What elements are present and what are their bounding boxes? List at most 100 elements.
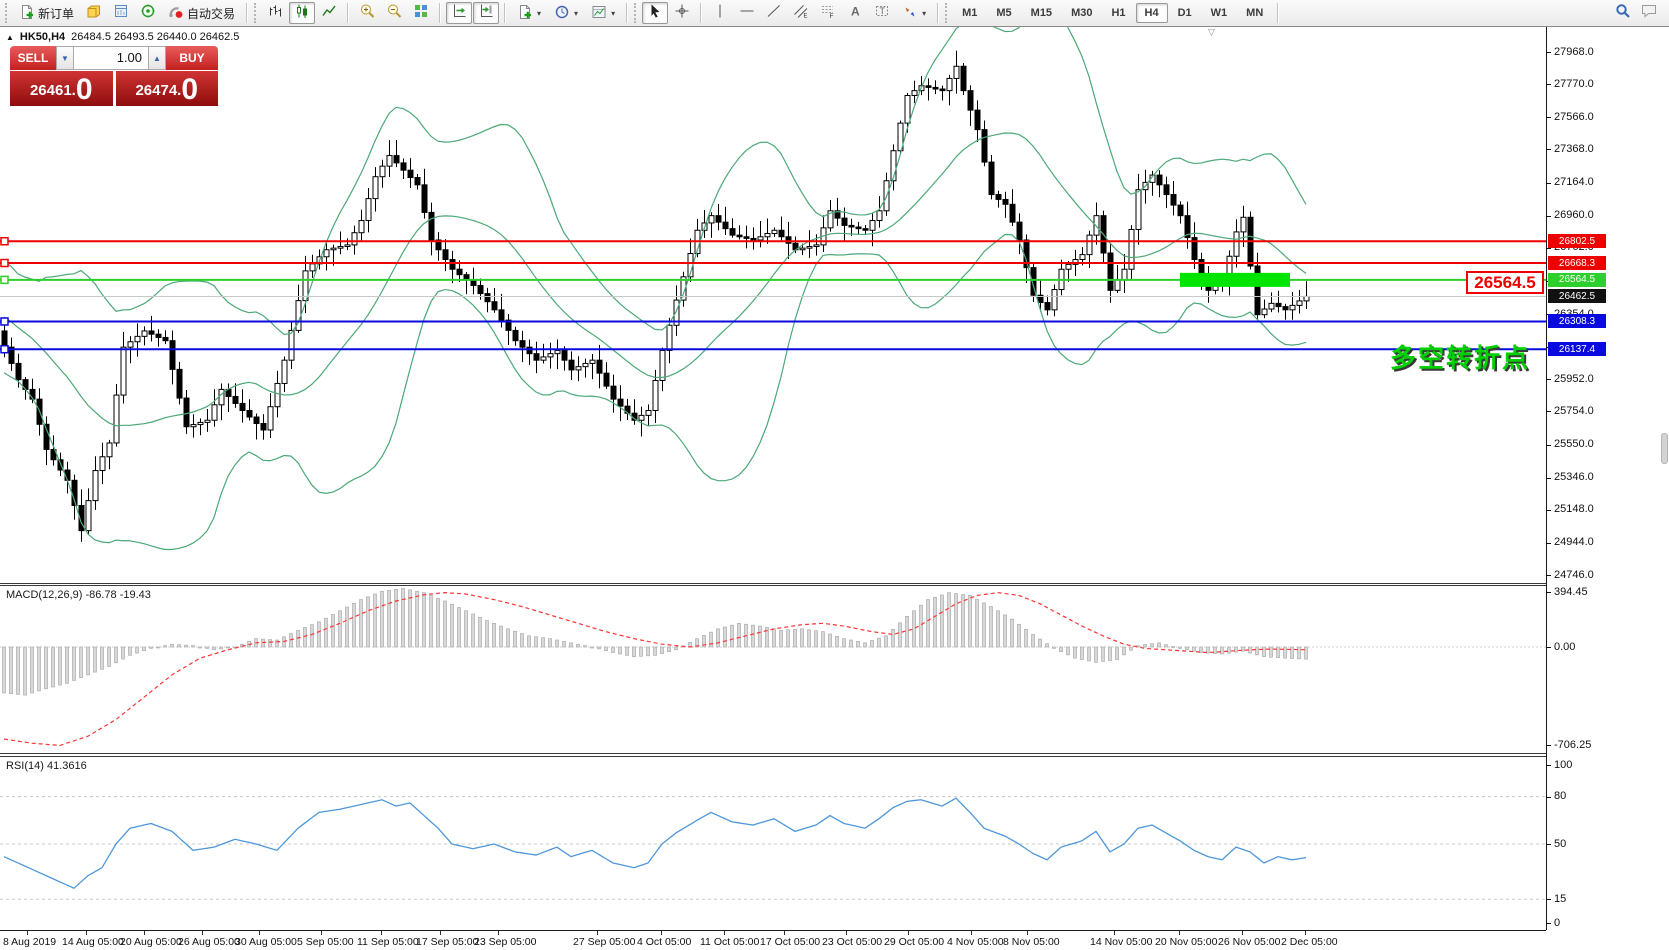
indicators-button[interactable]: ▾ (511, 2, 547, 24)
volume-decrease-button[interactable]: ▼ (56, 46, 74, 70)
zoom-out-button[interactable] (381, 2, 407, 24)
bid-price-display[interactable]: 26461.0 (10, 71, 113, 106)
macd-histogram-bar (577, 644, 580, 647)
date-axis-label: 23 Oct 05:00 (822, 936, 882, 948)
macd-indicator-panel[interactable] (0, 586, 1546, 753)
horizontal-line-tool-button[interactable] (734, 2, 760, 24)
auto-trading-button[interactable]: 自动交易 (162, 2, 241, 24)
templates-icon (591, 4, 607, 23)
toolbar-grip[interactable] (945, 3, 949, 23)
volume-input[interactable]: 1.00 (74, 46, 148, 70)
timeframe-h1-button[interactable]: H1 (1102, 3, 1134, 23)
macd-histogram-bar (206, 647, 209, 648)
periods-button[interactable]: ▾ (548, 2, 584, 24)
navigator-button[interactable] (135, 2, 161, 24)
line-drag-handle[interactable] (1, 276, 8, 283)
vertical-scrollbar-thumb[interactable] (1661, 433, 1668, 464)
highlight-zone-bar[interactable] (1180, 273, 1290, 287)
price-tag[interactable]: 26802.5 (1548, 234, 1606, 248)
timeframe-h4-button[interactable]: H4 (1136, 3, 1168, 23)
price-tag[interactable]: 26564.5 (1548, 273, 1606, 287)
panel-separator[interactable] (0, 756, 1546, 757)
timeframe-w1-button[interactable]: W1 (1202, 3, 1237, 23)
application-window: 新订单 自动交易 ▾ ▾ ▾ E F A T ▾ (0, 0, 1669, 950)
trendline-tool-button[interactable] (761, 2, 787, 24)
templates-button[interactable]: ▾ (585, 2, 621, 24)
vertical-line-tool-button[interactable] (707, 2, 733, 24)
macd-histogram-bar (395, 589, 398, 647)
rsi-axis-label: 0 (1554, 917, 1560, 929)
macd-histogram-bar (584, 646, 587, 647)
macd-histogram-bar (3, 647, 6, 693)
candlestick-chart-button[interactable] (289, 2, 315, 24)
macd-histogram-bar (402, 588, 405, 647)
equidistant-channel-tool-button[interactable]: E (788, 2, 814, 24)
price-tag[interactable]: 26137.4 (1548, 342, 1606, 356)
axis-tick (1546, 745, 1551, 746)
line-chart-button[interactable] (316, 2, 342, 24)
timeframe-m5-button[interactable]: M5 (987, 3, 1020, 23)
price-tag[interactable]: 26308.3 (1548, 314, 1606, 328)
price-tag[interactable]: 26668.3 (1548, 256, 1606, 270)
rsi-indicator-panel[interactable] (0, 757, 1546, 929)
auto-scroll-button[interactable] (446, 2, 472, 24)
date-axis-label: 17 Oct 05:00 (760, 936, 820, 948)
macd-histogram-bar (1221, 647, 1224, 654)
chart-title: ▲ HK50,H4 26484.5 26493.5 26440.0 26462.… (6, 31, 239, 43)
arrows-tool-button[interactable]: ▾ (896, 2, 932, 24)
toolbar-grip[interactable] (254, 3, 258, 23)
chat-icon[interactable] (1640, 3, 1659, 24)
macd-histogram-bar (416, 591, 419, 647)
chart-shift-button[interactable] (473, 2, 499, 24)
ask-price-display[interactable]: 26474.0 (116, 71, 219, 106)
macd-histogram-bar (59, 647, 62, 685)
main-price-chart[interactable] (0, 27, 1546, 583)
collapse-panel-icon[interactable]: ▲ (6, 33, 14, 42)
date-axis-label: 26 Nov 05:00 (1218, 936, 1280, 948)
date-tick (661, 931, 662, 935)
tile-windows-button[interactable] (408, 2, 434, 24)
timeframe-mn-button[interactable]: MN (1237, 3, 1272, 23)
price-annotation-box[interactable]: 26564.5 (1466, 271, 1544, 294)
toolbar-separator (937, 3, 939, 23)
panel-separator[interactable] (0, 753, 1546, 754)
new-order-button[interactable]: 新订单 (13, 2, 80, 24)
macd-histogram-bar (45, 647, 48, 689)
line-drag-handle[interactable] (1, 346, 8, 353)
axis-tick (1546, 543, 1551, 544)
timeframe-m15-button[interactable]: M15 (1022, 3, 1061, 23)
text-label-tool-button[interactable]: T (869, 2, 895, 24)
macd-histogram-bar (878, 638, 881, 647)
fibonacci-tool-button[interactable]: F (815, 2, 841, 24)
toolbar-grip[interactable] (634, 3, 638, 23)
macd-histogram-bar (941, 595, 944, 647)
search-icon[interactable] (1614, 2, 1632, 25)
line-drag-handle[interactable] (1, 318, 8, 325)
date-tick (971, 931, 972, 935)
line-drag-handle[interactable] (1, 260, 8, 267)
toolbar-grip[interactable] (5, 3, 9, 23)
date-axis[interactable]: 8 Aug 201914 Aug 05:0020 Aug 05:0026 Aug… (0, 930, 1546, 950)
line-drag-handle[interactable] (1, 238, 8, 245)
bar-chart-button[interactable] (262, 2, 288, 24)
panel-separator[interactable] (0, 583, 1546, 584)
chart-shift-marker-icon[interactable]: ▽ (1208, 27, 1215, 38)
text-tool-button[interactable]: A (842, 2, 868, 24)
buy-button[interactable]: BUY (166, 46, 218, 70)
macd-histogram-bar (787, 630, 790, 647)
timeframe-m1-button[interactable]: M1 (953, 3, 986, 23)
cursor-tool-button[interactable] (642, 2, 668, 24)
panel-separator[interactable] (0, 585, 1546, 586)
timeframe-m30-button[interactable]: M30 (1062, 3, 1101, 23)
chart-profile-button[interactable] (81, 2, 107, 24)
macd-histogram-bar (38, 647, 41, 691)
turning-point-annotation[interactable]: 多空转折点 (1390, 338, 1530, 375)
crosshair-tool-button[interactable] (669, 2, 695, 24)
macd-histogram-bar (388, 590, 391, 647)
zoom-in-button[interactable] (354, 2, 380, 24)
volume-increase-button[interactable]: ▲ (148, 46, 166, 70)
price-tag[interactable]: 26462.5 (1548, 289, 1606, 303)
sell-button[interactable]: SELL (10, 46, 56, 70)
timeframe-d1-button[interactable]: D1 (1169, 3, 1201, 23)
market-watch-button[interactable] (108, 2, 134, 24)
